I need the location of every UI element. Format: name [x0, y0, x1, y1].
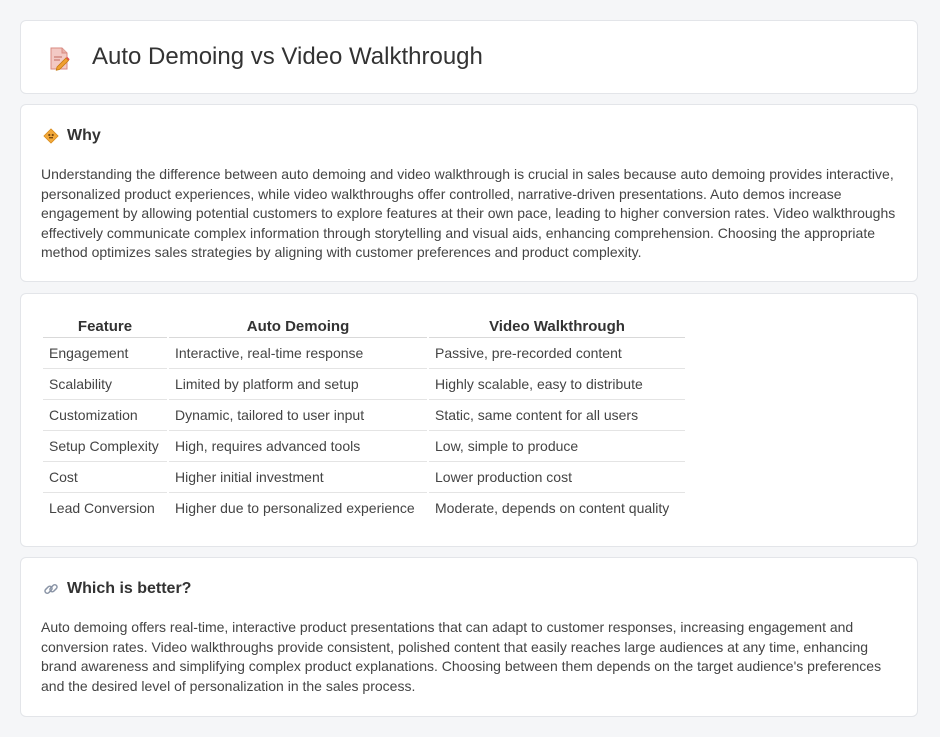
table-cell: Interactive, real-time response [169, 338, 427, 369]
table-cell: Higher initial investment [169, 462, 427, 493]
column-header-auto-demoing: Auto Demoing [169, 315, 427, 338]
why-heading: Why [67, 127, 101, 144]
column-header-feature: Feature [43, 315, 167, 338]
table-cell: Low, simple to produce [429, 431, 685, 462]
why-heading-row: Why [43, 127, 101, 145]
better-heading: Which is better? [67, 580, 192, 597]
table-cell: Cost [43, 462, 167, 493]
better-heading-row: Which is better? [43, 580, 191, 598]
table-cell: Limited by platform and setup [169, 369, 427, 400]
table-cell: High, requires advanced tools [169, 431, 427, 462]
page-title: Auto Demoing vs Video Walkthrough [92, 43, 483, 70]
why-section: Why Understanding the difference between… [20, 104, 918, 282]
link-icon [44, 583, 58, 595]
table-cell: Moderate, depends on content quality [435, 500, 670, 516]
table-row: Cost Higher initial investment Lower pro… [43, 462, 685, 493]
comparison-section: Feature Auto Demoing Video Walkthrough E… [20, 293, 918, 547]
table-header-row: Feature Auto Demoing Video Walkthrough [43, 315, 685, 338]
table-cell: Static, same content for all users [429, 400, 685, 431]
table-cell: Setup Complexity [43, 431, 167, 462]
sign-icon [43, 128, 59, 144]
table-cell: Lower production cost [429, 462, 685, 493]
table-row: Setup Complexity High, requires advanced… [43, 431, 685, 462]
which-is-better-section: Which is better? Auto demoing offers rea… [20, 557, 918, 717]
comparison-table: Feature Auto Demoing Video Walkthrough E… [41, 315, 687, 523]
column-header-video-walkthrough: Video Walkthrough [429, 315, 685, 338]
table-cell: Engagement [43, 338, 167, 369]
header-card: Auto Demoing vs Video Walkthrough [20, 20, 918, 94]
document-pencil-icon [50, 47, 70, 71]
better-text: Auto demoing offers real-time, interacti… [41, 619, 882, 694]
table-row: Lead Conversion Higher due to personaliz… [43, 493, 685, 523]
table-cell: Lead Conversion [49, 500, 155, 516]
table-cell: Customization [43, 400, 167, 431]
table-cell: Highly scalable, easy to distribute [429, 369, 685, 400]
table-row: Engagement Interactive, real-time respon… [43, 338, 685, 369]
table-row: Customization Dynamic, tailored to user … [43, 400, 685, 431]
table-cell: Dynamic, tailored to user input [169, 400, 427, 431]
table-cell: Higher due to personalized experience [175, 500, 415, 516]
table-row: Scalability Limited by platform and setu… [43, 369, 685, 400]
why-text: Understanding the difference between aut… [41, 166, 896, 260]
table-cell: Scalability [43, 369, 167, 400]
table-cell: Passive, pre-recorded content [429, 338, 685, 369]
